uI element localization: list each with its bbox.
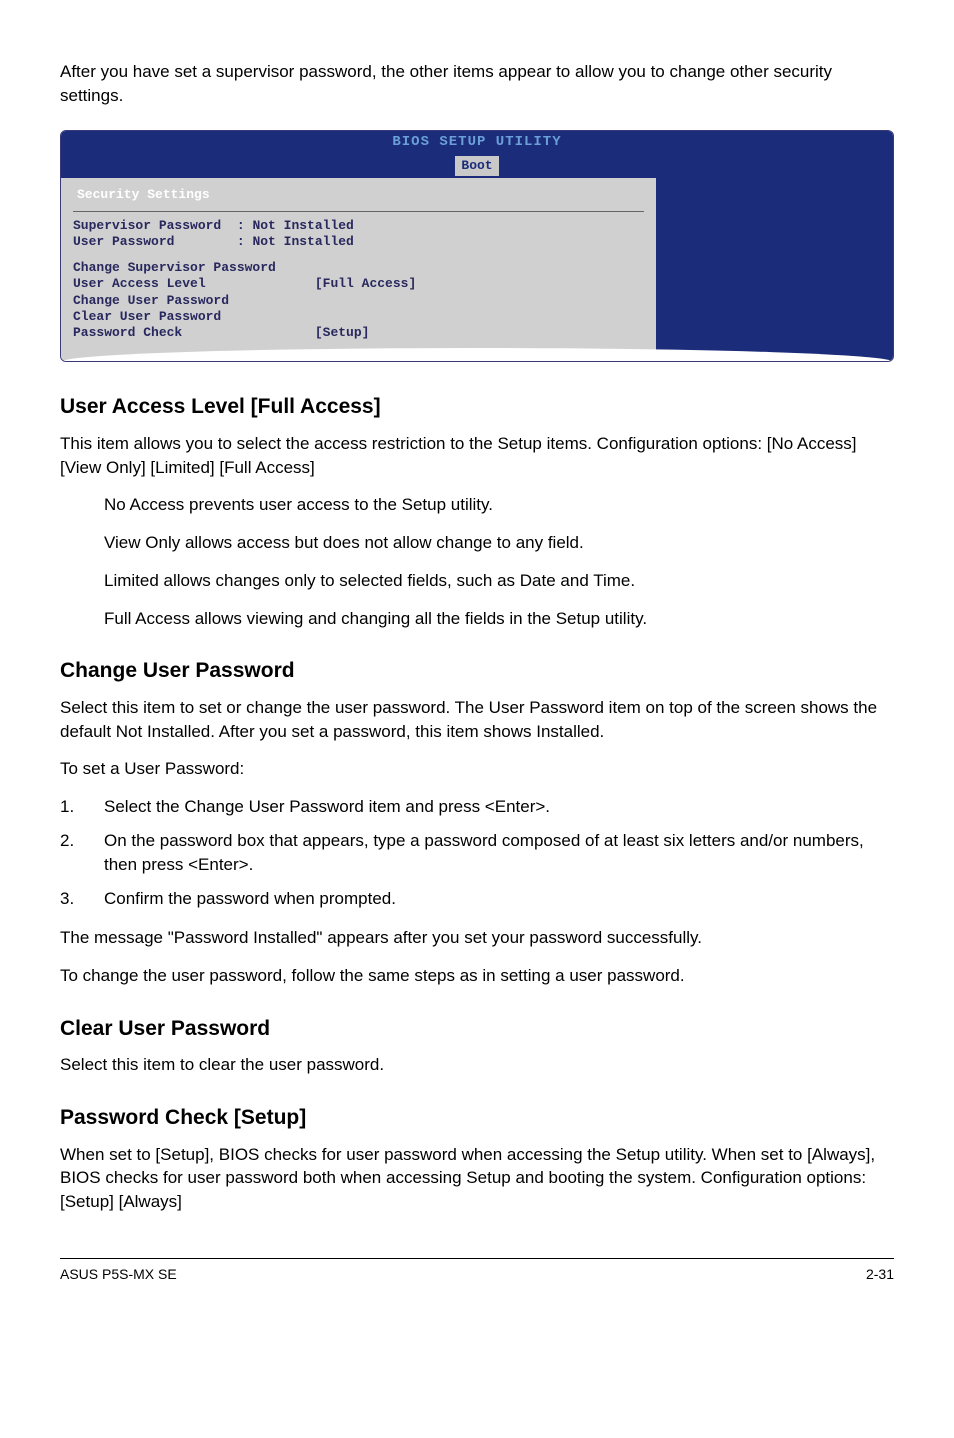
change-user-success: The message "Password Installed" appears… <box>60 926 894 950</box>
bios-tab-boot: Boot <box>455 156 498 176</box>
bios-change-supervisor: Change Supervisor Password <box>73 260 644 276</box>
option-no-access: No Access prevents user access to the Se… <box>104 493 894 517</box>
bios-right-panel <box>658 178 893 361</box>
footer-page-number: 2-31 <box>866 1265 894 1285</box>
step-1: 1.Select the Change User Password item a… <box>60 795 894 819</box>
bios-screenshot: BIOS SETUP UTILITY Boot Security Setting… <box>60 130 894 363</box>
intro-paragraph: After you have set a supervisor password… <box>60 60 894 108</box>
option-limited: Limited allows changes only to selected … <box>104 569 894 593</box>
heading-change-user-password: Change User Password <box>60 656 894 685</box>
bios-left-panel: Security Settings Supervisor Password : … <box>61 178 658 361</box>
change-user-steps: 1.Select the Change User Password item a… <box>60 795 894 910</box>
bios-password-check: Password Check [Setup] <box>73 325 644 341</box>
footer-product: ASUS P5S-MX SE <box>60 1265 177 1285</box>
bios-divider <box>73 211 644 212</box>
heading-user-access-level: User Access Level [Full Access] <box>60 392 894 421</box>
bios-section-title: Security Settings <box>73 184 644 206</box>
clear-user-description: Select this item to clear the user passw… <box>60 1053 894 1077</box>
bios-change-user: Change User Password <box>73 293 644 309</box>
step-2: 2.On the password box that appears, type… <box>60 829 894 877</box>
change-user-modify: To change the user password, follow the … <box>60 964 894 988</box>
option-view-only: View Only allows access but does not all… <box>104 531 894 555</box>
password-check-description: When set to [Setup], BIOS checks for use… <box>60 1143 894 1214</box>
change-user-intro: To set a User Password: <box>60 757 894 781</box>
option-full-access: Full Access allows viewing and changing … <box>104 607 894 631</box>
heading-clear-user-password: Clear User Password <box>60 1014 894 1043</box>
bios-body: Security Settings Supervisor Password : … <box>61 178 893 361</box>
change-user-description: Select this item to set or change the us… <box>60 696 894 744</box>
user-access-options-list: No Access prevents user access to the Se… <box>104 493 894 630</box>
step-3: 3.Confirm the password when prompted. <box>60 887 894 911</box>
bios-tab-row: Boot <box>61 152 893 178</box>
bios-user-password: User Password : Not Installed <box>73 234 644 250</box>
bios-supervisor-password: Supervisor Password : Not Installed <box>73 218 644 234</box>
bios-clear-user: Clear User Password <box>73 309 644 325</box>
user-access-description: This item allows you to select the acces… <box>60 432 894 480</box>
heading-password-check: Password Check [Setup] <box>60 1103 894 1132</box>
bios-title: BIOS SETUP UTILITY <box>61 131 893 153</box>
page-footer: ASUS P5S-MX SE 2-31 <box>60 1258 894 1285</box>
bios-user-access-level: User Access Level [Full Access] <box>73 276 644 292</box>
